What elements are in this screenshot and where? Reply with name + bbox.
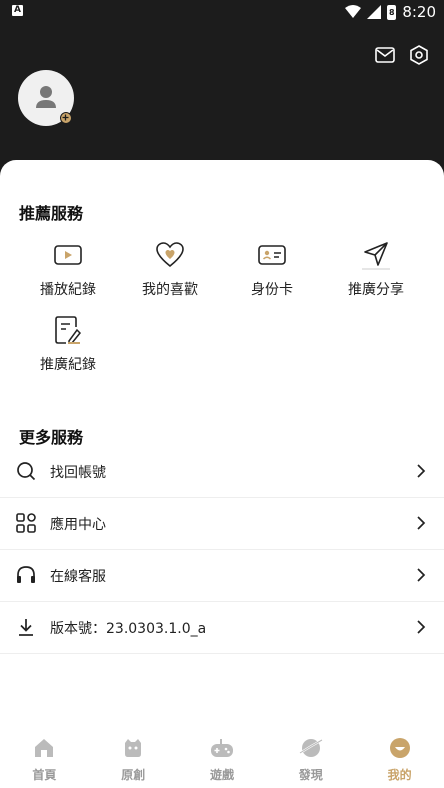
row-label: 應用中心 (50, 517, 106, 533)
id-card-icon (257, 240, 287, 270)
add-avatar-icon[interactable] (60, 112, 72, 124)
profile-icon (388, 736, 412, 760)
tab-label: 遊戲 (209, 768, 234, 782)
bottom-tab-bar: 首頁 原創 遊戲 發現 我的 (0, 732, 444, 788)
discover-icon (299, 736, 323, 760)
tab-discover[interactable]: 發現 (266, 732, 355, 788)
service-promo-record[interactable]: 推廣紀錄 (18, 315, 118, 374)
row-label: 版本號：23.0303.1.0_a (50, 621, 207, 637)
status-time: 8:20 (402, 3, 436, 21)
row-label: 找回帳號 (50, 465, 106, 481)
service-id-card[interactable]: 身份卡 (222, 240, 322, 299)
chevron-right-icon (417, 620, 426, 634)
content-panel: 推薦服務 播放紀錄 我的喜歡 身份卡 推廣分享 推廣紀錄 更多服務 找回帳號 應… (0, 160, 444, 788)
service-promo-share[interactable]: 推廣分享 (326, 240, 426, 299)
tab-games[interactable]: 遊戲 (178, 732, 267, 788)
chevron-right-icon (417, 516, 426, 530)
status-bar: A 8 8:20 (0, 0, 444, 24)
notification-a-icon: A (12, 5, 23, 16)
service-play-record[interactable]: 播放紀錄 (18, 240, 118, 299)
mail-icon[interactable] (374, 44, 396, 66)
service-label: 播放紀錄 (40, 282, 96, 298)
tab-label: 發現 (298, 768, 323, 782)
service-label: 推廣分享 (348, 282, 404, 298)
row-recover-account[interactable]: 找回帳號 (0, 446, 444, 498)
home-icon (32, 736, 56, 760)
more-services-title: 更多服務 (19, 428, 84, 447)
signal-icon (367, 5, 382, 19)
heart-icon (155, 240, 185, 270)
tab-profile[interactable]: 我的 (355, 732, 444, 788)
download-icon (15, 616, 37, 638)
tab-home[interactable]: 首頁 (0, 732, 89, 788)
recommended-title: 推薦服務 (19, 204, 84, 223)
gamepad-icon (210, 736, 234, 760)
row-app-center[interactable]: 應用中心 (0, 498, 444, 550)
headphones-icon (15, 564, 37, 586)
send-icon (361, 240, 391, 270)
play-record-icon (53, 240, 83, 270)
tab-label: 我的 (387, 768, 412, 782)
wifi-icon (345, 5, 362, 18)
tab-label: 原創 (121, 768, 146, 782)
row-label: 在線客服 (50, 569, 106, 585)
row-version[interactable]: 版本號：23.0303.1.0_a (0, 602, 444, 654)
battery-icon: 8 (387, 4, 397, 20)
original-icon (121, 736, 145, 760)
tab-label: 首頁 (32, 768, 57, 782)
row-online-support[interactable]: 在線客服 (0, 550, 444, 602)
service-my-likes[interactable]: 我的喜歡 (120, 240, 220, 299)
chevron-right-icon (417, 568, 426, 582)
settings-icon[interactable] (408, 44, 430, 66)
service-label: 推廣紀錄 (40, 357, 96, 373)
tab-original[interactable]: 原創 (89, 732, 178, 788)
search-icon (15, 460, 37, 482)
promo-record-icon (53, 315, 83, 345)
service-label: 身份卡 (251, 282, 293, 298)
apps-icon (15, 512, 37, 534)
service-label: 我的喜歡 (142, 282, 198, 298)
chevron-right-icon (417, 464, 426, 478)
